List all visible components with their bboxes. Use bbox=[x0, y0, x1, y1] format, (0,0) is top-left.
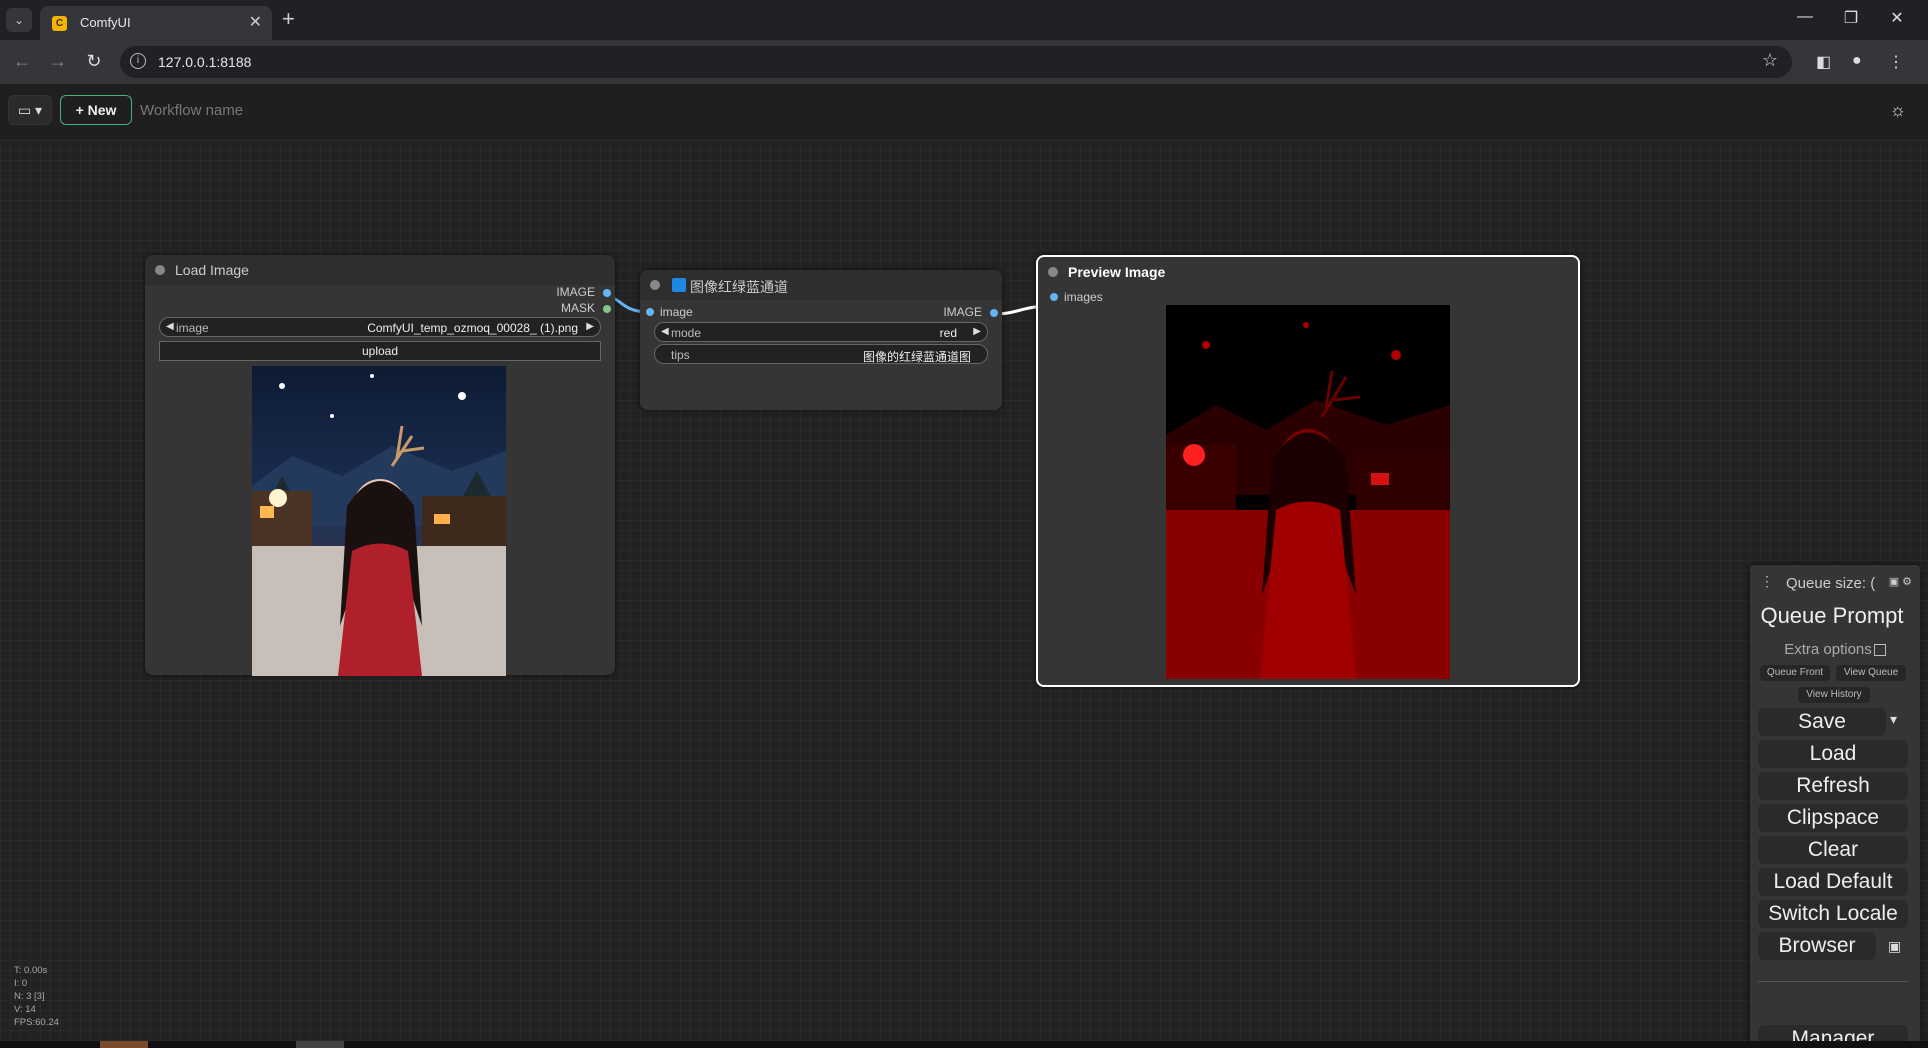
extra-options-label: Extra options bbox=[1784, 641, 1872, 658]
tips-text-widget[interactable]: tips 图像的红绿蓝通道图 bbox=[654, 344, 988, 364]
widget-value: 图像的红绿蓝通道图 bbox=[862, 350, 971, 364]
taskbar-strip bbox=[0, 1041, 1928, 1048]
queue-size-label: Queue size: ( bbox=[1786, 575, 1876, 592]
collapse-dot[interactable] bbox=[155, 265, 165, 275]
bookmark-star-icon[interactable]: ☆ bbox=[1762, 50, 1778, 71]
tab-comfyui[interactable]: C ComfyUI ✕ bbox=[40, 6, 272, 40]
upload-button[interactable]: upload bbox=[159, 341, 601, 361]
input-images-label: images bbox=[1064, 290, 1103, 304]
graph-canvas[interactable]: Load Image IMAGE MASK ◀ image ComfyUI_te… bbox=[0, 140, 1928, 1048]
output-image-slot[interactable] bbox=[603, 289, 611, 297]
browser-menu-icon[interactable]: ⋮ bbox=[1888, 52, 1904, 72]
node-title: 图像红绿蓝通道 bbox=[690, 279, 788, 295]
refresh-button[interactable]: Refresh bbox=[1758, 772, 1908, 800]
stat-i: I: 0 bbox=[14, 978, 28, 989]
site-info-icon[interactable]: i bbox=[130, 53, 146, 69]
browser-button[interactable]: Browser bbox=[1758, 932, 1876, 960]
load-image-node[interactable]: Load Image IMAGE MASK ◀ image ComfyUI_te… bbox=[145, 255, 615, 676]
output-mask-slot[interactable] bbox=[603, 305, 611, 313]
settings-gear-icon[interactable]: ▣ ⚙ bbox=[1889, 575, 1912, 588]
input-images-slot[interactable] bbox=[1050, 293, 1058, 301]
extra-options-toggle[interactable]: Extra options bbox=[1750, 641, 1920, 658]
output-image-label: IMAGE bbox=[943, 305, 982, 319]
profile-icon[interactable]: ● bbox=[1852, 52, 1862, 70]
reload-button[interactable]: ↻ bbox=[83, 51, 105, 72]
rgb-channel-node[interactable]: 图像红绿蓝通道 image IMAGE ◀ mode red ▶ tips 图像… bbox=[640, 270, 1002, 410]
comfy-topbar: ▭ ▾ + New Workflow name ☼ bbox=[0, 84, 1928, 140]
queue-front-button[interactable]: Queue Front bbox=[1760, 665, 1830, 681]
comfy-side-menu: ⋮ Queue size: ( ▣ ⚙ Queue Prompt Extra o… bbox=[1750, 565, 1920, 1048]
collapse-dot[interactable] bbox=[1048, 267, 1058, 277]
widget-value: ComfyUI_temp_ozmoq_00028_ (1).png bbox=[367, 321, 578, 335]
widget-label: tips bbox=[671, 348, 690, 362]
new-tab-button[interactable]: + bbox=[282, 6, 295, 32]
workflow-folder-button[interactable]: ▭ ▾ bbox=[8, 95, 52, 125]
extra-options-checkbox[interactable] bbox=[1873, 644, 1886, 657]
switch-locale-button[interactable]: Switch Locale bbox=[1758, 900, 1908, 928]
floppy-icon[interactable]: ▣ bbox=[1888, 938, 1901, 955]
tab-search-button[interactable]: ⌄ bbox=[6, 8, 32, 32]
restore-button[interactable]: ❐ bbox=[1836, 8, 1866, 28]
browser-toolbar: ← → ↻ i 127.0.0.1:8188 ☆ ◧ ● ⋮ bbox=[0, 40, 1928, 84]
taskbar-app[interactable] bbox=[296, 1041, 344, 1048]
node-title: Preview Image bbox=[1068, 264, 1166, 280]
workflow-name-input[interactable]: Workflow name bbox=[140, 102, 243, 119]
widget-label: mode bbox=[671, 326, 702, 340]
clear-button[interactable]: Clear bbox=[1758, 836, 1908, 864]
output-mask-label: MASK bbox=[560, 301, 595, 315]
side-panel-icon[interactable]: ◧ bbox=[1816, 52, 1831, 72]
drag-handle-icon[interactable]: ⋮ bbox=[1760, 573, 1774, 590]
forward-button[interactable]: → bbox=[47, 51, 69, 72]
minimize-button[interactable]: — bbox=[1790, 8, 1820, 26]
save-button[interactable]: Save bbox=[1758, 708, 1886, 736]
tab-close-icon[interactable]: ✕ bbox=[249, 12, 262, 32]
preview-image-node[interactable]: Preview Image images bbox=[1036, 255, 1580, 687]
mode-combo-widget[interactable]: ◀ mode red ▶ bbox=[654, 322, 988, 342]
browser-window: ⌄ C ComfyUI ✕ + — ❐ ✕ ← → ↻ i 127.0.0.1:… bbox=[0, 0, 1928, 1048]
theme-toggle-icon[interactable]: ☼ bbox=[1890, 100, 1907, 121]
load-button[interactable]: Load bbox=[1758, 740, 1908, 768]
combo-right-arrow[interactable]: ▶ bbox=[973, 326, 981, 337]
tab-title: ComfyUI bbox=[80, 15, 131, 30]
load-default-button[interactable]: Load Default bbox=[1758, 868, 1908, 896]
view-history-button[interactable]: View History bbox=[1798, 687, 1870, 703]
stat-fps: FPS:60.24 bbox=[14, 1017, 59, 1028]
clipspace-button[interactable]: Clipspace bbox=[1758, 804, 1908, 832]
save-dropdown-icon[interactable]: ▾ bbox=[1890, 711, 1897, 728]
node-header[interactable]: 图像红绿蓝通道 bbox=[640, 270, 1002, 300]
widget-label: image bbox=[176, 321, 209, 335]
window-close-button[interactable]: ✕ bbox=[1882, 8, 1912, 28]
node-badge-icon bbox=[672, 278, 686, 292]
input-image-slot[interactable] bbox=[646, 308, 654, 316]
output-image-label: IMAGE bbox=[556, 285, 595, 299]
widget-value: red bbox=[939, 326, 957, 340]
url-text[interactable]: 127.0.0.1:8188 bbox=[158, 54, 251, 70]
stat-time: T: 0.00s bbox=[14, 965, 48, 976]
combo-left-arrow[interactable]: ◀ bbox=[166, 321, 174, 332]
loaded-image-preview bbox=[252, 366, 506, 676]
back-button[interactable]: ← bbox=[11, 51, 33, 72]
queue-prompt-button[interactable]: Queue Prompt bbox=[1758, 603, 1906, 629]
address-bar[interactable]: i 127.0.0.1:8188 ☆ bbox=[120, 46, 1792, 78]
image-combo-widget[interactable]: ◀ image ComfyUI_temp_ozmoq_00028_ (1).pn… bbox=[159, 317, 601, 337]
node-title: Load Image bbox=[175, 262, 249, 278]
combo-left-arrow[interactable]: ◀ bbox=[661, 326, 669, 337]
favicon-icon: C bbox=[52, 16, 67, 31]
node-header[interactable]: Preview Image bbox=[1038, 257, 1578, 287]
output-image-slot[interactable] bbox=[990, 309, 998, 317]
input-image-label: image bbox=[660, 305, 693, 319]
menu-divider bbox=[1758, 981, 1908, 982]
combo-right-arrow[interactable]: ▶ bbox=[586, 321, 594, 332]
node-header[interactable]: Load Image bbox=[145, 255, 615, 285]
collapse-dot[interactable] bbox=[650, 280, 660, 290]
preview-image-output bbox=[1166, 305, 1450, 679]
new-workflow-button[interactable]: + New bbox=[60, 95, 132, 125]
view-queue-button[interactable]: View Queue bbox=[1836, 665, 1906, 681]
stat-nodes: N: 3 [3] bbox=[14, 991, 45, 1002]
tab-strip: ⌄ C ComfyUI ✕ + — ❐ ✕ bbox=[0, 0, 1928, 40]
taskbar-app[interactable] bbox=[100, 1041, 148, 1048]
stat-v: V: 14 bbox=[14, 1004, 36, 1015]
